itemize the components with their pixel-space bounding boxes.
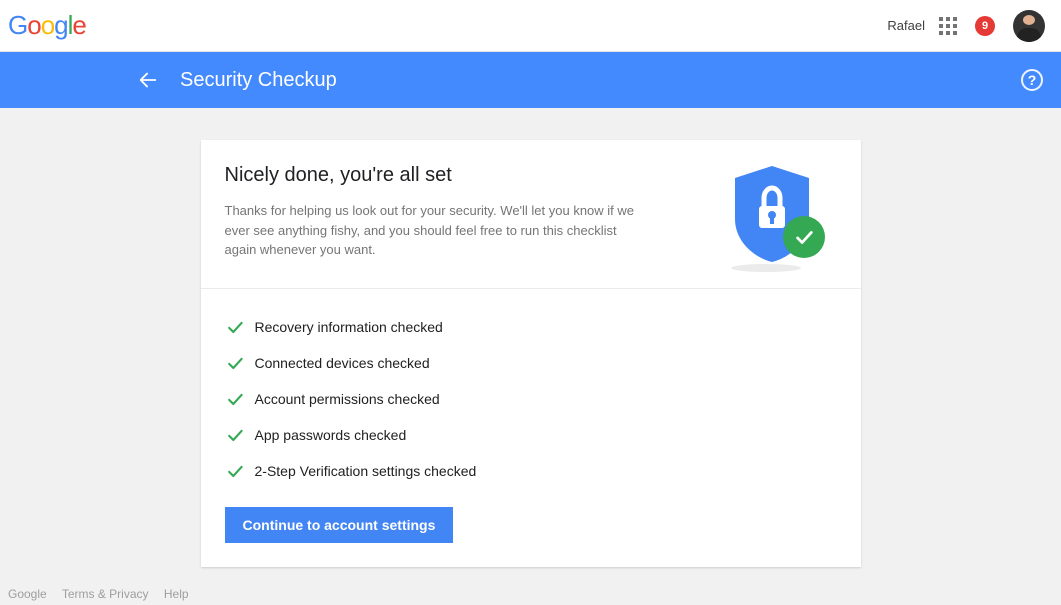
content-area: Nicely done, you're all set Thanks for h… — [0, 108, 1061, 567]
global-header: G o o g l e Rafael 9 — [0, 0, 1061, 52]
checkmark-icon — [225, 389, 245, 409]
list-item-label: 2-Step Verification settings checked — [255, 463, 477, 479]
google-logo[interactable]: G o o g l e — [8, 10, 86, 41]
checkmark-icon — [225, 425, 245, 445]
logo-letter: g — [54, 10, 67, 41]
footer-link-help[interactable]: Help — [164, 587, 189, 601]
continue-button[interactable]: Continue to account settings — [225, 507, 454, 543]
card-title: Nicely done, you're all set — [225, 164, 687, 187]
user-name-label[interactable]: Rafael — [887, 18, 925, 33]
checkmark-icon — [225, 461, 245, 481]
help-icon[interactable]: ? — [1021, 69, 1043, 91]
card-header-section: Nicely done, you're all set Thanks for h… — [201, 140, 861, 289]
list-item-label: Account permissions checked — [255, 391, 440, 407]
logo-letter: o — [27, 10, 40, 41]
notifications-badge[interactable]: 9 — [975, 16, 995, 36]
footer-link-terms[interactable]: Terms & Privacy — [62, 587, 149, 601]
avatar[interactable] — [1013, 10, 1045, 42]
checkmark-icon — [225, 353, 245, 373]
list-item: Connected devices checked — [225, 353, 837, 373]
page-title: Security Checkup — [180, 69, 337, 92]
list-item: Account permissions checked — [225, 389, 837, 409]
footer-link-google[interactable]: Google — [8, 587, 47, 601]
list-item-label: Connected devices checked — [255, 355, 430, 371]
security-card: Nicely done, you're all set Thanks for h… — [201, 140, 861, 567]
card-description: Thanks for helping us look out for your … — [225, 201, 645, 260]
checklist: Recovery information checked Connected d… — [225, 317, 837, 481]
footer-links: Google Terms & Privacy Help — [8, 583, 201, 605]
checkmark-icon — [225, 317, 245, 337]
logo-letter: o — [41, 10, 54, 41]
list-item: 2-Step Verification settings checked — [225, 461, 837, 481]
logo-letter: G — [8, 10, 27, 41]
success-check-badge-icon — [783, 216, 825, 258]
list-item: App passwords checked — [225, 425, 837, 445]
shield-illustration — [707, 164, 837, 264]
card-body-section: Recovery information checked Connected d… — [201, 289, 861, 567]
list-item-label: Recovery information checked — [255, 319, 443, 335]
logo-letter: e — [72, 10, 85, 41]
list-item-label: App passwords checked — [255, 427, 407, 443]
back-arrow-icon[interactable] — [120, 69, 176, 91]
list-item: Recovery information checked — [225, 317, 837, 337]
apps-grid-icon[interactable] — [939, 17, 957, 35]
shadow-decoration — [731, 264, 801, 272]
page-toolbar: Security Checkup ? — [0, 52, 1061, 108]
